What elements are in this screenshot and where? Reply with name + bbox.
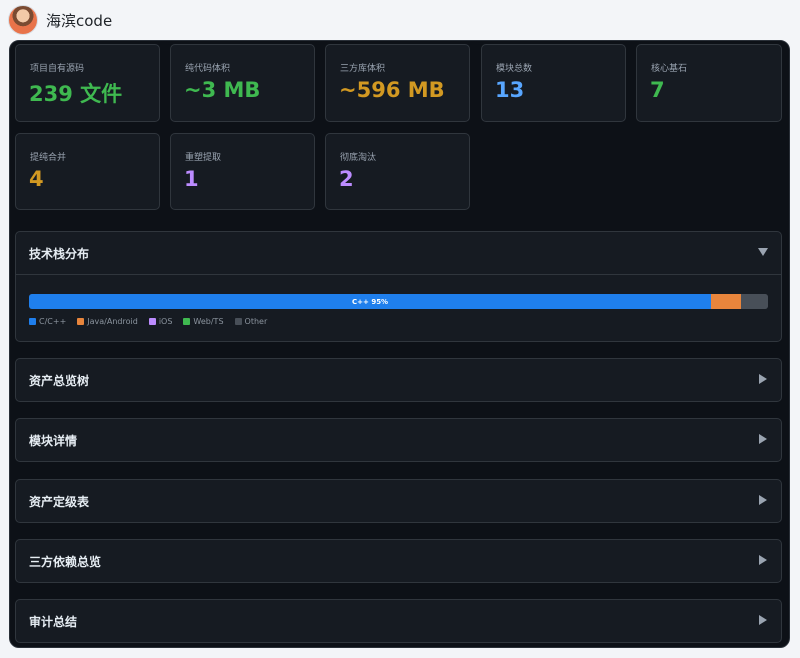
legend-item: Java/Android	[77, 317, 138, 326]
triangle-down-icon	[757, 245, 769, 259]
section-tech-stack: 技术栈分布 C++ 95% C/C++ Java/Android iOS Web/TS…	[15, 231, 782, 342]
triangle-right-icon	[757, 493, 769, 507]
legend-label: iOS	[158, 317, 173, 326]
stat-value: ~596 MB	[339, 78, 445, 102]
legend-item: Web/TS	[183, 317, 224, 326]
section-title: 资产总览树	[29, 374, 90, 388]
stat-label: 纯代码体积	[185, 64, 231, 74]
tech-stack-bar: C++ 95%	[29, 294, 768, 309]
legend-item: Other	[234, 317, 268, 326]
header: 海滨code	[0, 0, 800, 40]
divider	[16, 274, 781, 275]
legend-swatch	[29, 318, 36, 325]
triangle-right-icon	[757, 553, 769, 567]
stat-card-third-party-size: 三方库体积 ~596 MB	[325, 44, 470, 122]
stat-card-source-files: 项目自有源码 239 文件	[15, 44, 160, 122]
legend-label: Web/TS	[193, 317, 224, 326]
stat-value: 1	[184, 167, 199, 191]
stat-label: 项目自有源码	[30, 64, 85, 74]
triangle-right-icon	[757, 372, 769, 386]
stat-value: 2	[339, 167, 354, 191]
legend-swatch	[148, 318, 156, 325]
legend-item: iOS	[148, 317, 173, 326]
stat-label: 三方库体积	[340, 64, 386, 74]
stat-label: 提纯合并	[30, 153, 67, 163]
legend-swatch	[234, 318, 242, 325]
stat-card-reshape: 重塑提取 1	[170, 133, 315, 210]
stat-value: 7	[650, 78, 665, 102]
section-title: 技术栈分布	[29, 247, 90, 261]
stat-card-module-count: 模块总数 13	[481, 44, 626, 122]
section-third-party[interactable]: 三方依赖总览	[15, 539, 782, 583]
stat-card-merge: 提纯合并 4	[15, 133, 160, 210]
stat-value: 4	[29, 167, 44, 191]
stat-value: ~3 MB	[184, 78, 261, 102]
stat-card-code-size: 纯代码体积 ~3 MB	[170, 44, 315, 122]
username[interactable]: 海滨code	[46, 10, 112, 31]
section-asset-tree[interactable]: 资产总览树	[15, 358, 782, 402]
stat-value: 239 文件	[29, 82, 123, 106]
stat-card-core: 核心基石 7	[636, 44, 782, 122]
stat-label: 彻底淘汰	[340, 153, 377, 163]
section-asset-rating[interactable]: 资产定级表	[15, 479, 782, 523]
avatar[interactable]	[8, 5, 38, 35]
stat-label: 重塑提取	[185, 153, 222, 163]
section-header-tech-stack[interactable]: 技术栈分布	[16, 232, 781, 274]
legend-label: C/C++	[39, 317, 67, 326]
triangle-right-icon	[757, 613, 769, 627]
legend-label: Java/Android	[87, 317, 138, 326]
legend-label: Other	[244, 317, 268, 326]
section-title: 模块详情	[29, 434, 78, 448]
section-module-details[interactable]: 模块详情	[15, 418, 782, 462]
legend-item: C/C++	[29, 317, 66, 326]
stack-segment-other	[740, 294, 768, 309]
section-title: 审计总结	[29, 615, 78, 629]
legend-swatch	[183, 318, 191, 325]
tech-stack-legend: C/C++ Java/Android iOS Web/TS Other	[29, 317, 267, 326]
stack-segment-java-android	[711, 294, 741, 309]
section-audit-summary[interactable]: 审计总结	[15, 599, 782, 643]
section-title: 三方依赖总览	[29, 555, 102, 569]
stack-segment-c-c-: C++ 95%	[29, 294, 712, 309]
section-title: 资产定级表	[29, 495, 90, 509]
stat-label: 模块总数	[496, 64, 533, 74]
stat-label: 核心基石	[651, 64, 688, 74]
report-panel: 项目自有源码 239 文件 纯代码体积 ~3 MB 三方库体积 ~596 MB …	[9, 40, 790, 648]
triangle-right-icon	[757, 432, 769, 446]
stat-value: 13	[495, 78, 525, 102]
stat-card-eliminate: 彻底淘汰 2	[325, 133, 470, 210]
legend-swatch	[77, 318, 85, 325]
